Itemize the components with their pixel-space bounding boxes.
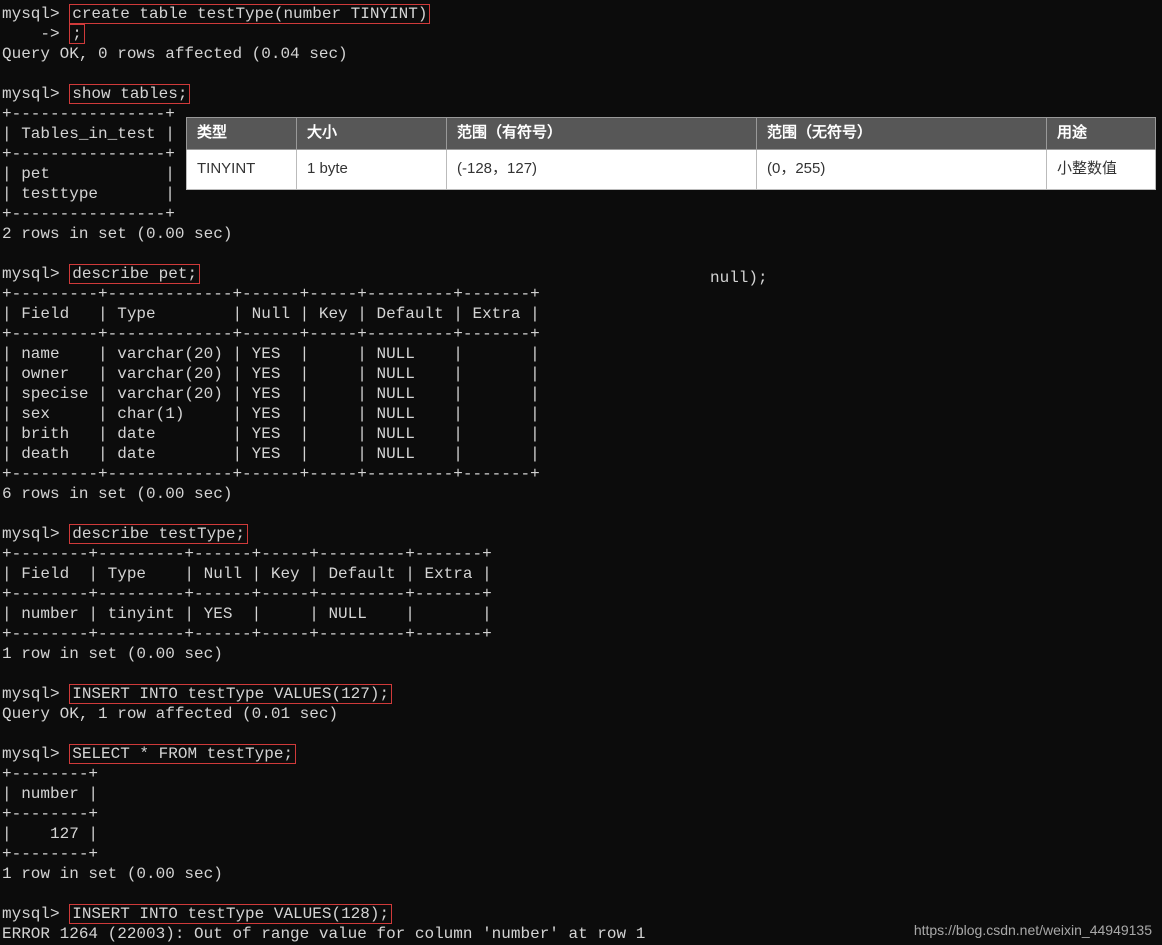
blank — [0, 64, 1162, 84]
pet-row: | death | date | YES | | NULL | | — [0, 444, 1162, 464]
pet-header: | Field | Type | Null | Key | Default | … — [0, 304, 1162, 324]
overlay-header-signed: 范围（有符号） — [447, 118, 757, 150]
pet-row: | name | varchar(20) | YES | | NULL | | — [0, 344, 1162, 364]
pet-divider: +---------+-------------+------+-----+--… — [0, 464, 1162, 484]
cmd-describe-testtype: describe testType; — [69, 524, 248, 544]
type-reference-overlay: 类型 大小 范围（有符号） 范围（无符号） 用途 TINYINT 1 byte … — [186, 117, 1156, 190]
pet-footer: 6 rows in set (0.00 sec) — [0, 484, 1162, 504]
blank — [0, 244, 1162, 264]
line: mysql> SELECT * FROM testType; — [0, 744, 1162, 764]
sel-divider: +--------+ — [0, 804, 1162, 824]
tables-footer: 2 rows in set (0.00 sec) — [0, 224, 1162, 244]
line: mysql> show tables; — [0, 84, 1162, 104]
overlay-header-size: 大小 — [297, 118, 447, 150]
prompt: mysql> — [2, 685, 60, 703]
pet-divider: +---------+-------------+------+-----+--… — [0, 284, 1162, 304]
overlay-row: TINYINT 1 byte (-128，127) (0，255) 小整数值 — [187, 149, 1156, 189]
pet-row: | owner | varchar(20) | YES | | NULL | | — [0, 364, 1162, 384]
blank — [0, 724, 1162, 744]
overlay-cell-unsigned: (0，255) — [757, 149, 1047, 189]
cmd-create-table: create table testType(number TINYINT) — [69, 4, 430, 24]
cmd-select-all: SELECT * FROM testType; — [69, 744, 296, 764]
blank — [0, 504, 1162, 524]
prompt: mysql> — [2, 265, 60, 283]
overlay-header-unsigned: 范围（无符号） — [757, 118, 1047, 150]
pet-row: | brith | date | YES | | NULL | | — [0, 424, 1162, 444]
prompt: mysql> — [2, 5, 60, 23]
tables-divider: +----------------+ — [0, 204, 1162, 224]
blank — [0, 884, 1162, 904]
tt-header: | Field | Type | Null | Key | Default | … — [0, 564, 1162, 584]
overlay-header-type: 类型 — [187, 118, 297, 150]
line: mysql> describe pet; — [0, 264, 1162, 284]
cont-prompt: -> — [2, 25, 60, 43]
tt-row: | number | tinyint | YES | | NULL | | — [0, 604, 1162, 624]
watermark: https://blog.csdn.net/weixin_44949135 — [914, 922, 1152, 940]
sel-header: | number | — [0, 784, 1162, 804]
cmd-insert-128: INSERT INTO testType VALUES(128); — [69, 904, 392, 924]
tt-divider: +--------+---------+------+-----+-------… — [0, 584, 1162, 604]
tt-divider: +--------+---------+------+-----+-------… — [0, 544, 1162, 564]
stray-null: null); — [710, 268, 768, 288]
cmd-create-table-cont: ; — [69, 24, 85, 44]
prompt: mysql> — [2, 905, 60, 923]
prompt: mysql> — [2, 85, 60, 103]
pet-row: | sex | char(1) | YES | | NULL | | — [0, 404, 1162, 424]
sel-row: | 127 | — [0, 824, 1162, 844]
line: mysql> describe testType; — [0, 524, 1162, 544]
tt-divider: +--------+---------+------+-----+-------… — [0, 624, 1162, 644]
prompt: mysql> — [2, 525, 60, 543]
blank — [0, 664, 1162, 684]
overlay-cell-purpose: 小整数值 — [1047, 149, 1156, 189]
cmd-insert-127: INSERT INTO testType VALUES(127); — [69, 684, 392, 704]
overlay-cell-size: 1 byte — [297, 149, 447, 189]
prompt: mysql> — [2, 745, 60, 763]
sel-divider: +--------+ — [0, 844, 1162, 864]
line: mysql> INSERT INTO testType VALUES(127); — [0, 684, 1162, 704]
line: -> ; — [0, 24, 1162, 44]
overlay-cell-signed: (-128，127) — [447, 149, 757, 189]
msg-insert-ok: Query OK, 1 row affected (0.01 sec) — [0, 704, 1162, 724]
line: mysql> create table testType(number TINY… — [0, 4, 1162, 24]
cmd-show-tables: show tables; — [69, 84, 190, 104]
overlay-cell-type: TINYINT — [187, 149, 297, 189]
sel-divider: +--------+ — [0, 764, 1162, 784]
msg-create-ok: Query OK, 0 rows affected (0.04 sec) — [0, 44, 1162, 64]
overlay-header-purpose: 用途 — [1047, 118, 1156, 150]
overlay-header-row: 类型 大小 范围（有符号） 范围（无符号） 用途 — [187, 118, 1156, 150]
pet-divider: +---------+-------------+------+-----+--… — [0, 324, 1162, 344]
pet-row: | specise | varchar(20) | YES | | NULL |… — [0, 384, 1162, 404]
tt-footer: 1 row in set (0.00 sec) — [0, 644, 1162, 664]
sel-footer: 1 row in set (0.00 sec) — [0, 864, 1162, 884]
cmd-describe-pet: describe pet; — [69, 264, 200, 284]
